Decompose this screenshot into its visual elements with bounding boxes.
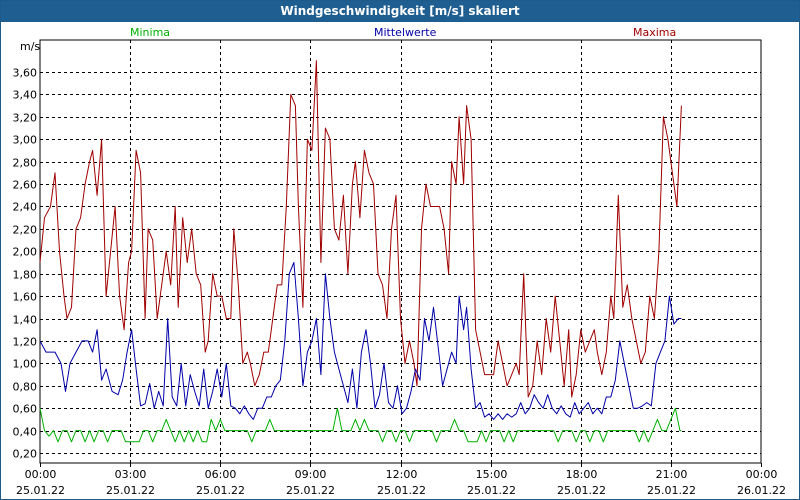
x-tick-date: 26.01.22	[737, 484, 786, 497]
x-tick-time: 12:00	[386, 468, 418, 481]
x-tick-date: 25.01.22	[16, 484, 65, 497]
y-tick-label: 1,20	[13, 336, 38, 349]
y-tick-label: 0,60	[13, 403, 38, 416]
y-tick-label: 1,40	[13, 314, 38, 327]
y-tick-label: 2,80	[13, 157, 38, 170]
x-tick-time: 21:00	[656, 468, 688, 481]
series-line-maxima	[39, 60, 682, 398]
y-tick-label: 1,00	[13, 358, 38, 371]
y-tick-label: 2,20	[13, 224, 38, 237]
series-line-minima	[39, 407, 682, 443]
y-tick-label: 2,40	[13, 201, 38, 214]
y-tick-label: 2,60	[13, 179, 38, 192]
x-tick-time: 00:00	[25, 468, 57, 481]
x-tick-time: 15:00	[476, 468, 508, 481]
x-tick-date: 25.01.22	[286, 484, 335, 497]
y-tick-label: 1,60	[13, 291, 38, 304]
y-tick-label: 0,20	[13, 448, 38, 461]
x-tick-time: 00:00	[746, 468, 778, 481]
x-tick-date: 25.01.22	[106, 484, 155, 497]
x-tick-date: 25.01.22	[377, 484, 426, 497]
legend-mittelwerte: Mittelwerte	[374, 26, 437, 39]
series-line-mittelwerte	[39, 262, 682, 420]
x-tick-date: 25.01.22	[557, 484, 606, 497]
y-tick-label: 3,40	[13, 89, 38, 102]
y-axis-unit: m/s	[20, 40, 40, 53]
y-tick-label: 3,20	[13, 112, 38, 125]
legend-maxima: Maxima	[633, 26, 676, 39]
y-tick-label: 3,60	[13, 67, 38, 80]
legend-minima: Minima	[130, 26, 170, 39]
x-tick-time: 09:00	[295, 468, 327, 481]
x-tick-time: 18:00	[566, 468, 598, 481]
x-tick-date: 25.01.22	[647, 484, 696, 497]
x-tick-time: 03:00	[115, 468, 147, 481]
y-tick-label: 0,80	[13, 381, 38, 394]
x-tick-date: 25.01.22	[467, 484, 516, 497]
x-tick-time: 06:00	[205, 468, 237, 481]
y-tick-label: 0,40	[13, 426, 38, 439]
y-tick-label: 1,80	[13, 269, 38, 282]
y-tick-label: 2,00	[13, 246, 38, 259]
x-tick-date: 25.01.22	[196, 484, 245, 497]
y-tick-label: 3,00	[13, 134, 38, 147]
chart-canvas: Minima Mittelwerte Maxima m/s 0,20 0,40 0,…	[13, 26, 786, 497]
